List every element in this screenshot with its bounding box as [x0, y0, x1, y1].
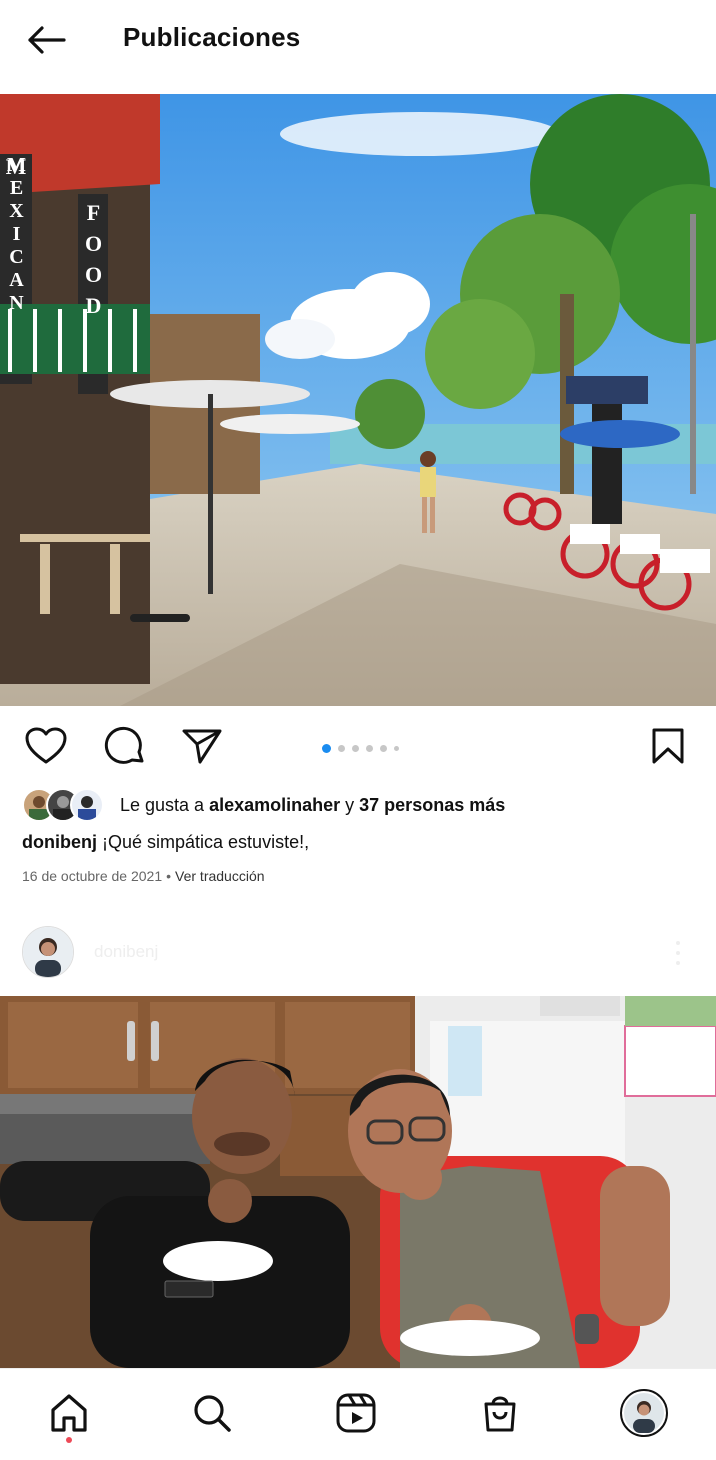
kitchen-photo [0, 996, 716, 1368]
post-actions [0, 706, 716, 784]
caption-username[interactable]: donibenj [22, 832, 97, 852]
bottom-nav [0, 1368, 716, 1460]
carousel-dot [380, 745, 387, 752]
sign-food: FOOD [78, 200, 108, 400]
comment-button[interactable] [103, 724, 147, 768]
likes-text: Le gusta a alexamolinaher y 37 personas … [120, 795, 505, 816]
carousel-indicator [322, 744, 399, 753]
search-icon [194, 1395, 231, 1432]
heart-icon [25, 727, 67, 764]
post-username[interactable]: donibenj [94, 942, 158, 962]
carousel-dot [366, 745, 373, 752]
likes-prefix: Le gusta a [120, 794, 210, 815]
reels-icon [336, 1393, 376, 1433]
carousel-dot [394, 746, 399, 751]
post-header: donibenj [0, 920, 716, 984]
avatar [70, 788, 104, 822]
back-button[interactable] [22, 18, 70, 62]
likes-row[interactable]: Le gusta a alexamolinaher y 37 personas … [22, 788, 505, 822]
likes-others[interactable]: 37 personas más [359, 795, 505, 815]
avatar[interactable] [22, 926, 74, 978]
more-options-icon[interactable] [670, 938, 686, 968]
share-button[interactable] [180, 724, 224, 768]
like-button[interactable] [24, 724, 68, 768]
likers-avatars [22, 788, 104, 822]
nav-search[interactable] [186, 1387, 238, 1439]
sign-mexican: MEXICAN [0, 154, 32, 384]
nav-profile[interactable] [618, 1387, 670, 1439]
liker-username[interactable]: alexamolinaher [209, 795, 340, 815]
meta-separator: • [166, 868, 172, 884]
likes-connector: y [340, 794, 360, 815]
arrow-left-icon [28, 26, 66, 54]
translate-link[interactable]: Ver traducción [175, 868, 265, 884]
carousel-dot [352, 745, 359, 752]
nav-reels[interactable] [330, 1387, 382, 1439]
post-photo[interactable]: M MEXICAN FOOD [0, 94, 716, 706]
page-title: Publicaciones [123, 22, 301, 52]
carousel-dot [338, 745, 345, 752]
carousel-dot-active [322, 744, 331, 753]
post-photo[interactable] [0, 996, 716, 1368]
shop-icon [484, 1396, 516, 1432]
sign-food-text: FOOD [81, 200, 106, 324]
bookmark-icon [652, 728, 684, 764]
beach-street-photo: M [0, 94, 716, 706]
post-date: 16 de octubre de 2021 [22, 868, 163, 884]
comment-icon [104, 726, 144, 764]
home-icon [51, 1394, 87, 1432]
send-icon [182, 729, 222, 764]
save-button[interactable] [646, 724, 690, 768]
notification-dot [66, 1437, 72, 1443]
top-bar: Publicaciones [0, 0, 716, 94]
caption-text: ¡Qué simpática estuviste!, [97, 832, 310, 852]
sign-mexican-text: MEXICAN [5, 154, 28, 315]
post-meta: 16 de octubre de 2021 • Ver traducción [22, 868, 265, 884]
post-caption: donibenj ¡Qué simpática estuviste!, [22, 832, 309, 853]
nav-home[interactable] [43, 1387, 95, 1439]
nav-shop[interactable] [474, 1387, 526, 1439]
profile-avatar [620, 1389, 668, 1437]
